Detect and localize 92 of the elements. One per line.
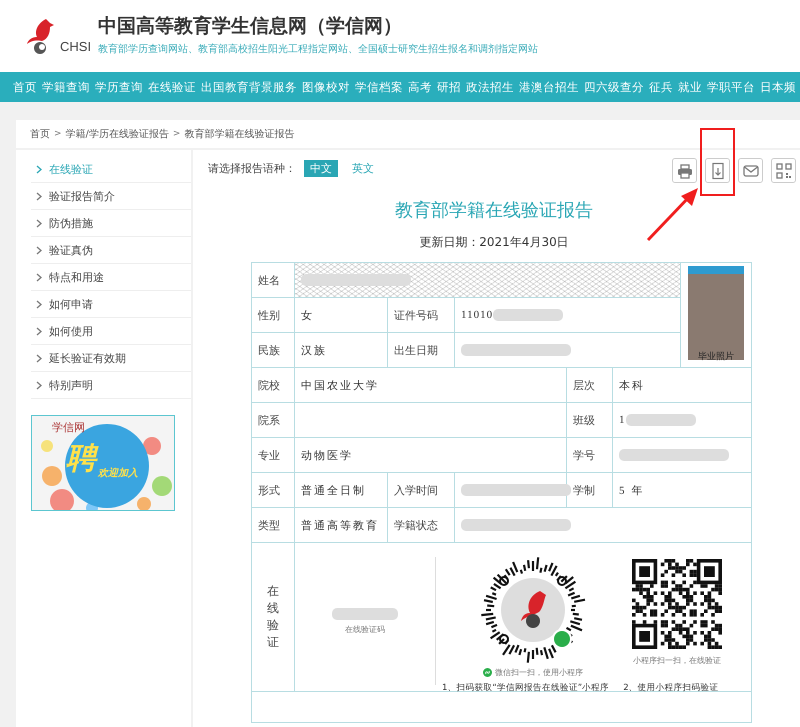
nav-link[interactable]: 研招 [437, 80, 461, 94]
sidebar-item[interactable]: 如何申请 [31, 291, 191, 318]
chevron-icon [36, 218, 42, 228]
field-value: 普通全日制 [294, 472, 388, 508]
field-label: 院校 [252, 368, 294, 402]
field-label: 层次 [566, 368, 612, 402]
field-value: 1 [619, 414, 626, 426]
chevron-icon [36, 246, 42, 254]
field-label: 学制 [566, 472, 612, 508]
printer-button[interactable] [672, 158, 697, 183]
code-caption: 在线验证码 [345, 624, 385, 634]
nav-link[interactable]: 在线验证 [148, 80, 196, 94]
nav-link[interactable]: 日本频 [760, 80, 796, 94]
field-label: 专业 [252, 438, 294, 472]
field-label: 学籍状态 [388, 508, 454, 542]
chevron-icon [36, 380, 42, 390]
nav-link[interactable]: 学信档案 [355, 80, 403, 94]
breadcrumb-separator: > [54, 129, 62, 139]
chevron-icon [36, 354, 42, 362]
field-value: 汉族 [294, 332, 388, 368]
field-label: 出生日期 [388, 332, 454, 368]
nav-link[interactable]: 高考 [408, 80, 432, 94]
language-option[interactable]: 英文 [346, 160, 380, 177]
logo-text: CHSI [60, 40, 92, 53]
redacted-value [493, 309, 564, 322]
sidebar-item[interactable]: 在线验证 [31, 156, 191, 183]
instruction-text: 1、扫码获取“学信网报告在线验证”小程序 [442, 682, 610, 694]
field-value: 11010 [461, 308, 494, 321]
scan-caption: 微信扫一扫，使用小程序 [495, 667, 583, 678]
field-value: 5 年 [612, 472, 752, 508]
breadcrumb-link[interactable]: 学籍/学历在线验证报告 [66, 127, 169, 141]
sidebar-item[interactable]: 延长验证有效期 [31, 345, 191, 372]
redacted-value [626, 414, 696, 426]
chevron-icon [36, 164, 42, 174]
scan-caption: 小程序扫一扫，在线验证 [633, 655, 721, 666]
field-label: 形式 [252, 472, 294, 508]
nav-link[interactable]: 学职平台 [707, 80, 755, 94]
language-option[interactable]: 中文 [304, 160, 338, 177]
nav-link[interactable]: 四六级查分 [584, 80, 644, 94]
field-label: 入学时间 [388, 472, 454, 508]
nav-link[interactable]: 首页 [13, 80, 37, 94]
report-title: 教育部学籍在线验证报告 [394, 199, 594, 222]
field-value: 普通高等教育 [294, 508, 388, 542]
nav-link[interactable]: 学历查询 [95, 80, 143, 94]
nav-link[interactable]: 图像校对 [302, 80, 350, 94]
nav-link[interactable]: 政法招生 [466, 80, 514, 94]
field-label: 姓名 [252, 262, 294, 298]
sidebar-item[interactable]: 验证报告简介 [31, 183, 191, 210]
qr-code-button[interactable] [771, 158, 796, 183]
field-label: 学号 [566, 438, 612, 472]
breadcrumb-separator: > [172, 129, 180, 139]
chevron-icon [36, 300, 42, 308]
sidebar-item[interactable]: 特别声明 [31, 372, 191, 399]
nav-link[interactable]: 就业 [678, 80, 702, 94]
photo-caption: 毕业照片 [697, 350, 736, 363]
document-download-button[interactable] [705, 158, 730, 183]
field-label: 类型 [252, 508, 294, 542]
chevron-icon [36, 272, 42, 282]
update-date: 更新日期：2021年4月30日 [418, 234, 570, 251]
breadcrumb-link[interactable]: 首页 [30, 127, 50, 141]
nav-link[interactable]: 港澳台招生 [519, 80, 579, 94]
printer-icon [676, 162, 694, 180]
banner-tagline: 欢迎加入 [98, 468, 138, 480]
breadcrumb-link[interactable]: 教育部学籍在线验证报告 [184, 127, 294, 141]
chevron-icon [36, 326, 42, 336]
redacted-value [332, 608, 398, 620]
sidebar-item[interactable]: 防伪措施 [31, 210, 191, 237]
field-label: 证件号码 [388, 298, 454, 332]
sidebar-item[interactable]: 特点和用途 [31, 264, 191, 291]
field-value: 本科 [612, 368, 752, 402]
nav-link[interactable]: 出国教育背景服务 [201, 80, 297, 94]
field-label: 在线验证 [267, 583, 279, 651]
instruction-text: 2、使用小程序扫码验证 [623, 682, 719, 694]
sidebar-item[interactable]: 验证真伪 [31, 237, 191, 264]
field-value: 中国农业大学 [294, 368, 566, 402]
site-title: 中国高等教育学生信息网（学信网） [98, 16, 403, 36]
banner-brand: 学信网 [52, 420, 85, 435]
chevron-icon [36, 192, 42, 200]
sidebar-item[interactable]: 如何使用 [31, 318, 191, 345]
field-label: 班级 [566, 402, 612, 438]
qr-code-icon [774, 162, 792, 180]
nav-link[interactable]: 征兵 [649, 80, 673, 94]
language-label: 请选择报告语种： [208, 161, 296, 177]
mini-program-icon [483, 668, 492, 677]
site-subtitle: 教育部学历查询网站、教育部高校招生阳光工程指定网站、全国硕士研究生招生报名和调剂指定网站 [98, 42, 538, 56]
nav-link[interactable]: 学籍查询 [42, 80, 90, 94]
field-label: 院系 [252, 402, 294, 438]
field-value: 女 [294, 298, 388, 332]
field-label: 民族 [252, 332, 294, 368]
mail-button[interactable] [738, 158, 763, 183]
field-label: 性别 [252, 298, 294, 332]
field-value: 动物医学 [294, 438, 566, 472]
